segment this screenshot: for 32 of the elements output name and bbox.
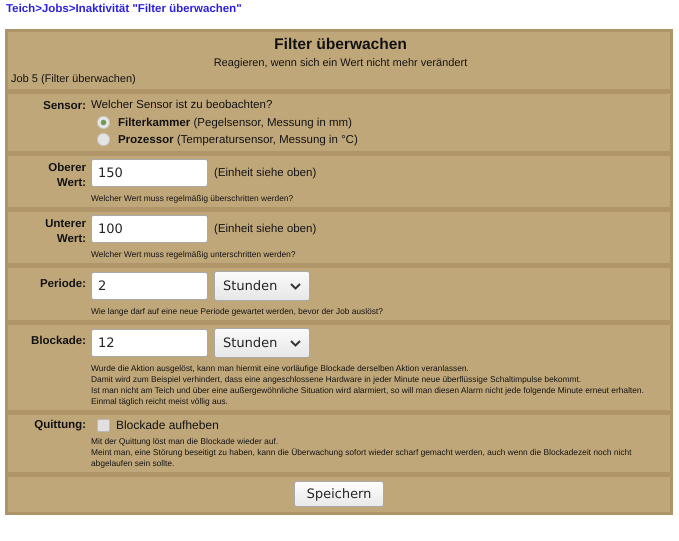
breadcrumb-separator: > [35, 3, 42, 17]
field-label: Quittung: [33, 418, 86, 433]
field-label: Periode: [38, 277, 86, 292]
hint-text: Welcher Wert muss regelmäßig unterschritten werden? [91, 249, 296, 260]
field-label: Sensor: [42, 99, 86, 114]
hint-text: Mit der Quittung löst man die Blockade wieder auf. Meint man, eine Störung beseitigt zu haben, kann die Überwachung sofort wieder scharf gemacht werden, auch wenn die Blockadezeit noch nicht abgelaufen sein sollte. [91, 436, 633, 469]
hint-text: Wie lange darf auf eine neue Periode gewartet werden, bevor der Job auslöst? [91, 306, 384, 317]
input-field[interactable]: 150 [91, 159, 208, 187]
option-label[interactable]: Prozessor (Temperatursensor, Messung in °C) [118, 134, 358, 146]
hint-text: Welcher Wert muss regelmäßig überschritten werden? [91, 193, 294, 204]
subtitle: Reagieren, wenn sich ein Wert nicht mehr verändert [212, 57, 468, 69]
field-label: Unterer Wert: [44, 217, 86, 247]
hint-text: Wurde die Aktion ausgelöst, kann man hiermit eine vorläufige Blockade derselben Aktion veranlassen. Damit wird zum Beispiel verhindert, dass eine angeschlossene Hardware in jeder Minute neue überflüssige Schaltimpulse bekommt. Ist man nicht am Teich und über eine außergewöhnliche Situation wird alarmiert, so will man diesen Alarm nicht jede folgende Minute erneut erhalten. Einmal täglich reicht meist völlig aus. [91, 363, 645, 407]
breadcrumb-separator: > [68, 3, 76, 17]
field-label: Blockade: [30, 334, 86, 349]
input-field[interactable]: 100 [91, 215, 208, 243]
checkbox-label[interactable]: Blockade aufheben [116, 418, 219, 432]
breadcrumb-link[interactable]: Jobs [42, 3, 69, 21]
save-button[interactable]: Speichern [294, 481, 384, 507]
field-label: Oberer Wert: [47, 161, 86, 191]
input-field[interactable]: 2 [91, 272, 208, 300]
input-field[interactable]: 12 [91, 329, 208, 357]
breadcrumb-link[interactable]: Inaktivität "Filter überwachen" [75, 3, 242, 21]
unit-dropdown[interactable]: Stunden [214, 271, 310, 301]
breadcrumb-link[interactable]: Teich [6, 3, 36, 21]
page-title: Filter überwachen [273, 36, 408, 54]
option-label[interactable]: Filterkammer (Pegelsensor, Messung in mm) [118, 116, 352, 128]
question-text: Welcher Sensor ist zu beobachten? [91, 98, 274, 113]
unit-dropdown[interactable]: Stunden [214, 328, 310, 358]
unit-text: (Einheit siehe oben) [214, 223, 316, 235]
unit-text: (Einheit siehe oben) [214, 167, 316, 179]
job-label: Job 5 (Filter überwachen) [11, 73, 137, 85]
